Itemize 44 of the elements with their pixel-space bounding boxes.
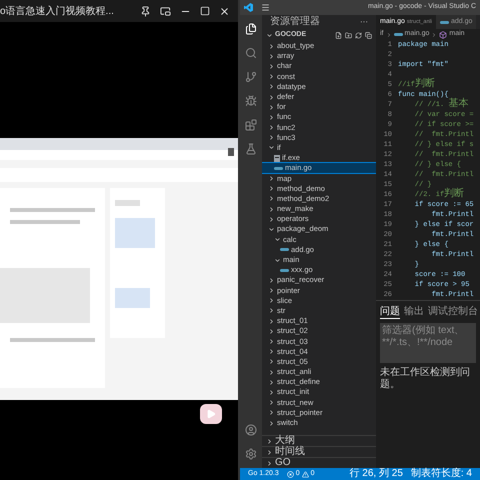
error-icon [286,470,294,478]
panel-tab[interactable]: 输出 [404,305,424,319]
refresh-icon[interactable] [355,32,362,38]
menu-icon[interactable] [261,3,270,12]
code-editor-logo-icon [244,3,253,12]
go-file-icon [394,32,402,37]
panel-tab[interactable]: 调试控制台 [428,305,478,319]
problems-message: 未在工作区检测到问题。 [380,367,471,391]
chevron-down-icon [268,144,275,152]
search-icon[interactable] [245,47,257,59]
chevron-right-icon [431,32,438,38]
sidebar-section-header[interactable]: 大纲 [262,435,376,446]
warning-icon [302,470,309,478]
new-file-icon[interactable] [335,32,342,38]
account-icon[interactable] [245,424,257,436]
function-icon [439,30,448,38]
cursor-position[interactable]: 行 26, 列 25 [350,469,403,479]
pin-icon[interactable] [140,6,151,16]
new-folder-icon[interactable] [345,32,352,38]
binary-file-icon [274,154,280,162]
panel-tab[interactable]: 问题 [380,305,400,319]
close-icon[interactable] [219,6,230,16]
go-file-icon [280,268,289,273]
window-title: o语言急速入门视频教程... [0,4,115,18]
flask-icon[interactable] [245,143,257,155]
explorer-icon[interactable] [245,23,257,35]
extensions-icon[interactable] [245,119,257,131]
more-actions-button[interactable]: ··· [360,16,368,28]
debug-icon[interactable] [245,95,257,107]
go-file-icon [440,20,449,24]
tab-size[interactable]: 制表符长度: 4 [410,469,472,479]
settings-icon[interactable] [245,448,257,460]
picture-in-picture-icon[interactable] [160,6,171,16]
go-file-icon [280,247,289,252]
collapse-icon[interactable] [365,32,372,38]
go-file-icon [274,166,283,171]
chevron-down-icon [266,32,273,38]
explorer-header: 资源管理器 [270,16,320,28]
filter-field[interactable]: 筛选器(例如 text、**/*.ts、!**/node [380,323,476,363]
play-icon[interactable] [200,404,222,424]
chevron-right-icon [386,32,392,38]
chevron-down-icon [274,256,281,264]
maximize-icon[interactable] [200,6,210,16]
source-control-icon[interactable] [245,71,257,83]
